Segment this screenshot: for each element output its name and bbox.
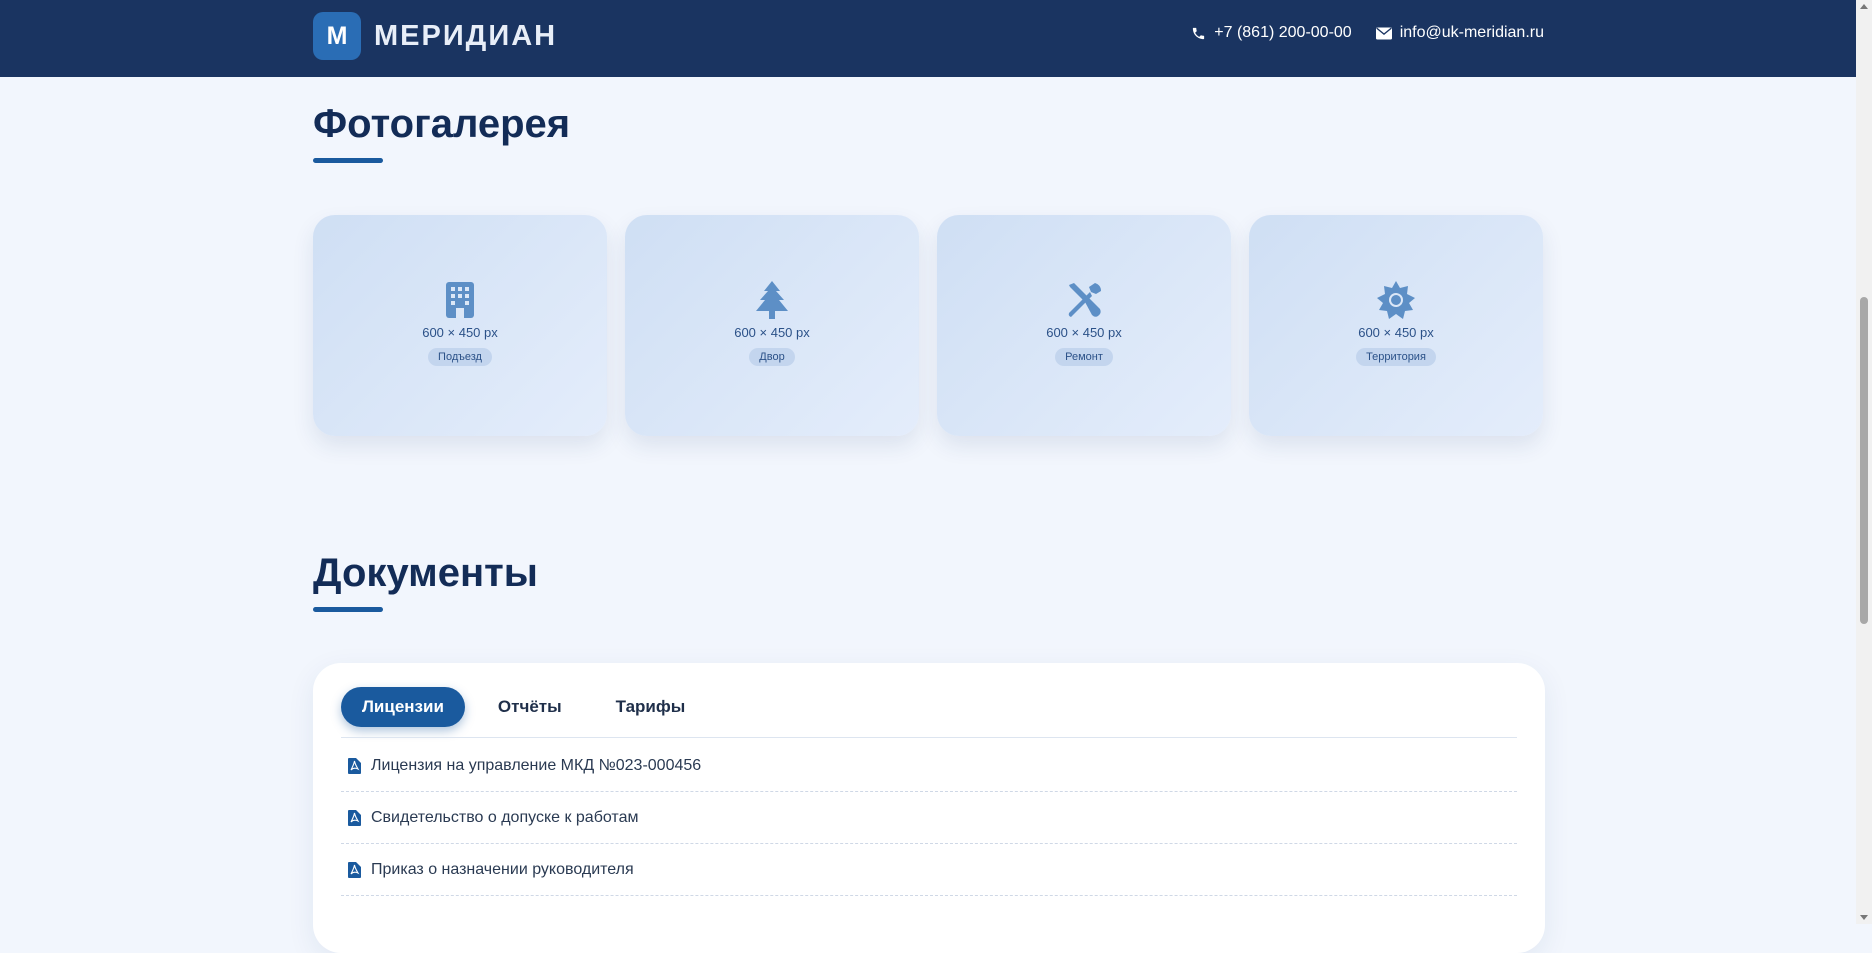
tab-tariffs[interactable]: Тарифы (595, 687, 707, 727)
site-header: М МЕРИДИАН +7 (861) 200-00-00 info@uk-me… (0, 0, 1856, 77)
gallery-title: Фотогалерея (313, 102, 571, 146)
scroll-up-icon[interactable] (1860, 4, 1868, 9)
gallery-card[interactable]: 600 × 450 px Ремонт (937, 215, 1231, 436)
page-scrollbar[interactable] (1856, 0, 1872, 924)
scroll-thumb[interactable] (1860, 297, 1868, 624)
building-icon (440, 280, 480, 320)
gallery-card[interactable]: 600 × 450 px Подъезд (313, 215, 607, 436)
tab-licenses[interactable]: Лицензии (341, 687, 465, 727)
documents-title: Документы (313, 551, 538, 595)
card-tag: Территория (1356, 348, 1436, 366)
site-logo[interactable]: М МЕРИДИАН (313, 12, 557, 60)
documents-tabs: Лицензии Отчёты Тарифы (341, 687, 718, 727)
list-item[interactable]: Приказ о назначении руководителя (341, 844, 1517, 896)
gallery-title-underline (313, 158, 383, 163)
image-size-label: 600 × 450 px (734, 325, 810, 340)
tab-reports[interactable]: Отчёты (477, 687, 583, 727)
email-link[interactable]: info@uk-meridian.ru (1375, 24, 1544, 42)
card-tag: Двор (749, 348, 795, 366)
pdf-file-icon (348, 809, 361, 826)
documents-panel: Лицензии Отчёты Тарифы Лицензия на управ… (313, 663, 1545, 953)
list-item[interactable]: Лицензия на управление МКД №023-000456 (341, 740, 1517, 792)
image-size-label: 600 × 450 px (422, 325, 498, 340)
documents-title-underline (313, 607, 383, 612)
list-item[interactable]: Свидетельство о допуске к работам (341, 792, 1517, 844)
brand-name: МЕРИДИАН (374, 19, 558, 52)
envelope-icon (1375, 27, 1392, 40)
card-tag: Ремонт (1055, 348, 1113, 366)
document-link: Лицензия на управление МКД №023-000456 (371, 756, 702, 774)
header-contacts: +7 (861) 200-00-00 info@uk-meridian.ru (1191, 24, 1544, 42)
tabs-divider (341, 737, 1517, 738)
document-list: Лицензия на управление МКД №023-000456 С… (341, 740, 1517, 896)
card-tag: Подъезд (428, 348, 492, 366)
document-link: Приказ о назначении руководителя (371, 860, 634, 878)
document-link: Свидетельство о допуске к работам (371, 808, 639, 826)
image-size-label: 600 × 450 px (1358, 325, 1434, 340)
tools-icon (1064, 280, 1104, 320)
email-address: info@uk-meridian.ru (1399, 24, 1544, 41)
scroll-down-icon[interactable] (1860, 915, 1868, 920)
pdf-file-icon (348, 757, 361, 774)
tree-icon (752, 280, 792, 320)
image-size-label: 600 × 450 px (1046, 325, 1122, 340)
sun-icon (1376, 280, 1416, 320)
pdf-file-icon (348, 861, 361, 878)
phone-number: +7 (861) 200-00-00 (1214, 24, 1352, 41)
photo-gallery: 600 × 450 px Подъезд 600 × 450 px Двор 6… (313, 215, 1543, 436)
phone-link[interactable]: +7 (861) 200-00-00 (1191, 24, 1352, 42)
logo-mark: М (313, 12, 361, 60)
gallery-card[interactable]: 600 × 450 px Территория (1249, 215, 1543, 436)
phone-icon (1191, 26, 1206, 41)
gallery-card[interactable]: 600 × 450 px Двор (625, 215, 919, 436)
